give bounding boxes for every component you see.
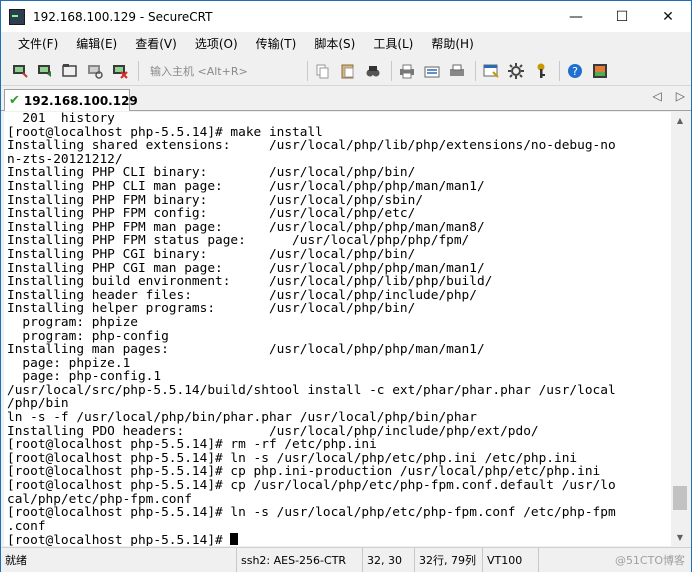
terminal-prompt-line: [root@localhost php-5.5.14]# [7,533,671,546]
disconnect-icon[interactable] [109,60,131,82]
copy-icon[interactable] [312,60,334,82]
terminal-line: Installing PHP CGI man page: /usr/local/… [7,260,485,276]
scroll-up-arrow-icon[interactable]: ▲ [671,112,689,129]
connected-check-icon: ✔ [9,93,20,108]
print-icon[interactable] [396,60,418,82]
terminal-line: /php/bin [7,396,69,412]
terminal-line: program: phpize [7,314,138,330]
terminal-screen[interactable]: 201 history [root@localhost php-5.5.14]# … [4,112,671,546]
status-terminal-size: 32行, 79列 [415,547,483,572]
menu-view[interactable]: 查看(V) [126,32,186,56]
terminal-line: Installing PHP CGI binary: /usr/local/ph… [7,246,416,262]
terminal-line: program: php-config [7,328,169,344]
quick-connect-icon[interactable] [34,60,56,82]
paste-icon[interactable] [337,60,359,82]
toolbar-separator [391,60,392,81]
close-button[interactable]: ✕ [645,1,691,32]
find-icon[interactable] [362,60,384,82]
status-ready: 就绪 [1,547,237,572]
quick-connect-input[interactable]: 输入主机 <Alt+R> [143,60,295,81]
menu-edit[interactable]: 编辑(E) [67,32,126,56]
terminal-line: Installing helper programs: /usr/local/p… [7,301,416,317]
print-selection-icon[interactable] [421,60,443,82]
menu-bar: 文件(F) 编辑(E) 查看(V) 选项(O) 传输(T) 脚本(S) 工具(L… [1,32,691,56]
menu-transfer[interactable]: 传输(T) [247,32,306,56]
terminal-line: /usr/local/src/php-5.5.14/build/shtool i… [7,382,616,398]
terminal-line: Installing header files: /usr/local/php/… [7,287,477,303]
menu-tools[interactable]: 工具(L) [364,32,422,56]
reconnect-icon[interactable] [84,60,106,82]
session-options-icon[interactable] [480,60,502,82]
terminal-prompt: [root@localhost php-5.5.14]# [7,533,231,546]
toolbar-separator [475,60,476,81]
terminal-line: [root@localhost php-5.5.14]# ln -s /usr/… [7,505,616,521]
securecrt-window: 192.168.100.129 - SecureCRT — ☐ ✕ 文件(F) … [0,0,692,572]
toolbar-separator [138,60,139,81]
connect-in-tab-icon[interactable] [59,60,81,82]
terminal-line: [root@localhost php-5.5.14]# cp /usr/loc… [7,478,616,494]
toolbar: 输入主机 <Alt+R> ? [1,56,691,86]
terminal-line: Installing PDO headers: /usr/local/php/i… [7,423,539,439]
status-protocol: ssh2: AES-256-CTR [237,547,363,572]
terminal-line: Installing man pages: /usr/local/php/php… [7,342,485,358]
status-terminal-type: VT100 [483,547,539,572]
terminal-line: [root@localhost php-5.5.14]# cp php.ini-… [7,464,601,480]
terminal-line: [root@localhost php-5.5.14]# ln -s /usr/… [7,450,578,466]
terminal-line: Installing build environment: /usr/local… [7,274,493,290]
tab-bar: ✔ 192.168.100.129 ◁ ▷ [1,87,691,111]
terminal-line: Installing PHP FPM binary: /usr/local/ph… [7,192,424,208]
terminal-line: ln -s -f /usr/local/php/bin/phar.phar /u… [7,410,477,426]
menu-help[interactable]: 帮助(H) [422,32,482,56]
terminal-line: n-zts-20121212/ [7,151,123,167]
toolbar-separator [307,60,308,81]
terminal-line: page: php-config.1 [7,369,162,385]
terminal-line: [root@localhost php-5.5.14]# rm -rf /etc… [7,437,377,453]
maximize-button[interactable]: ☐ [599,1,645,32]
scrollbar-track[interactable] [671,129,689,529]
window-title: 192.168.100.129 - SecureCRT [33,9,213,24]
securecrt-app-icon [9,8,25,25]
title-bar[interactable]: 192.168.100.129 - SecureCRT — ☐ ✕ [1,1,691,32]
svg-text:?: ? [572,65,578,78]
terminal-line: 201 history [7,112,115,126]
terminal-cursor [230,533,239,546]
menu-script[interactable]: 脚本(S) [305,32,364,56]
terminal-line: Installing PHP FPM config: /usr/local/ph… [7,206,416,222]
status-cursor-position: 32, 30 [363,547,415,572]
tab-next-arrow-icon[interactable]: ▷ [676,89,685,103]
keymap-icon[interactable] [530,60,552,82]
scrollbar-thumb[interactable] [673,486,687,510]
terminal-line: .conf [7,518,46,534]
terminal-line: Installing PHP FPM man page: /usr/local/… [7,219,485,235]
scroll-down-arrow-icon[interactable]: ▼ [671,529,689,546]
minimize-button[interactable]: — [553,1,599,32]
help-icon[interactable]: ? [564,60,586,82]
watermark: @51CTO博客 [614,554,685,567]
tab-prev-arrow-icon[interactable]: ◁ [653,89,662,103]
terminal-output: 201 history [root@localhost php-5.5.14]# … [4,112,671,533]
terminal-line: page: phpize.1 [7,355,131,371]
global-options-icon[interactable] [505,60,527,82]
terminal-line: Installing PHP FPM status page: /usr/loc… [7,233,470,249]
tab-label: 192.168.100.129 [23,93,138,108]
tab-scroll-controls: ◁ ▷ [653,89,685,103]
menu-file[interactable]: 文件(F) [9,32,67,56]
screen-icon[interactable] [589,60,611,82]
terminal-line: Installing PHP CLI binary: /usr/local/ph… [7,165,416,181]
terminal-line: Installing PHP CLI man page: /usr/local/… [7,178,485,194]
status-bar: 就绪 ssh2: AES-256-CTR 32, 30 32行, 79列 VT1… [1,547,691,572]
toolbar-separator [559,60,560,81]
vertical-scrollbar[interactable]: ▲ ▼ [671,112,689,546]
connect-icon[interactable] [9,60,31,82]
window-controls: — ☐ ✕ [553,1,691,32]
terminal-line: cal/php/etc/php-fpm.conf [7,491,192,507]
menu-options[interactable]: 选项(O) [186,32,247,56]
terminal-line: Installing shared extensions: /usr/local… [7,138,616,154]
tab-session[interactable]: ✔ 192.168.100.129 [4,89,138,111]
printer-icon[interactable] [446,60,468,82]
terminal-line: [root@localhost php-5.5.14]# make instal… [7,124,323,140]
